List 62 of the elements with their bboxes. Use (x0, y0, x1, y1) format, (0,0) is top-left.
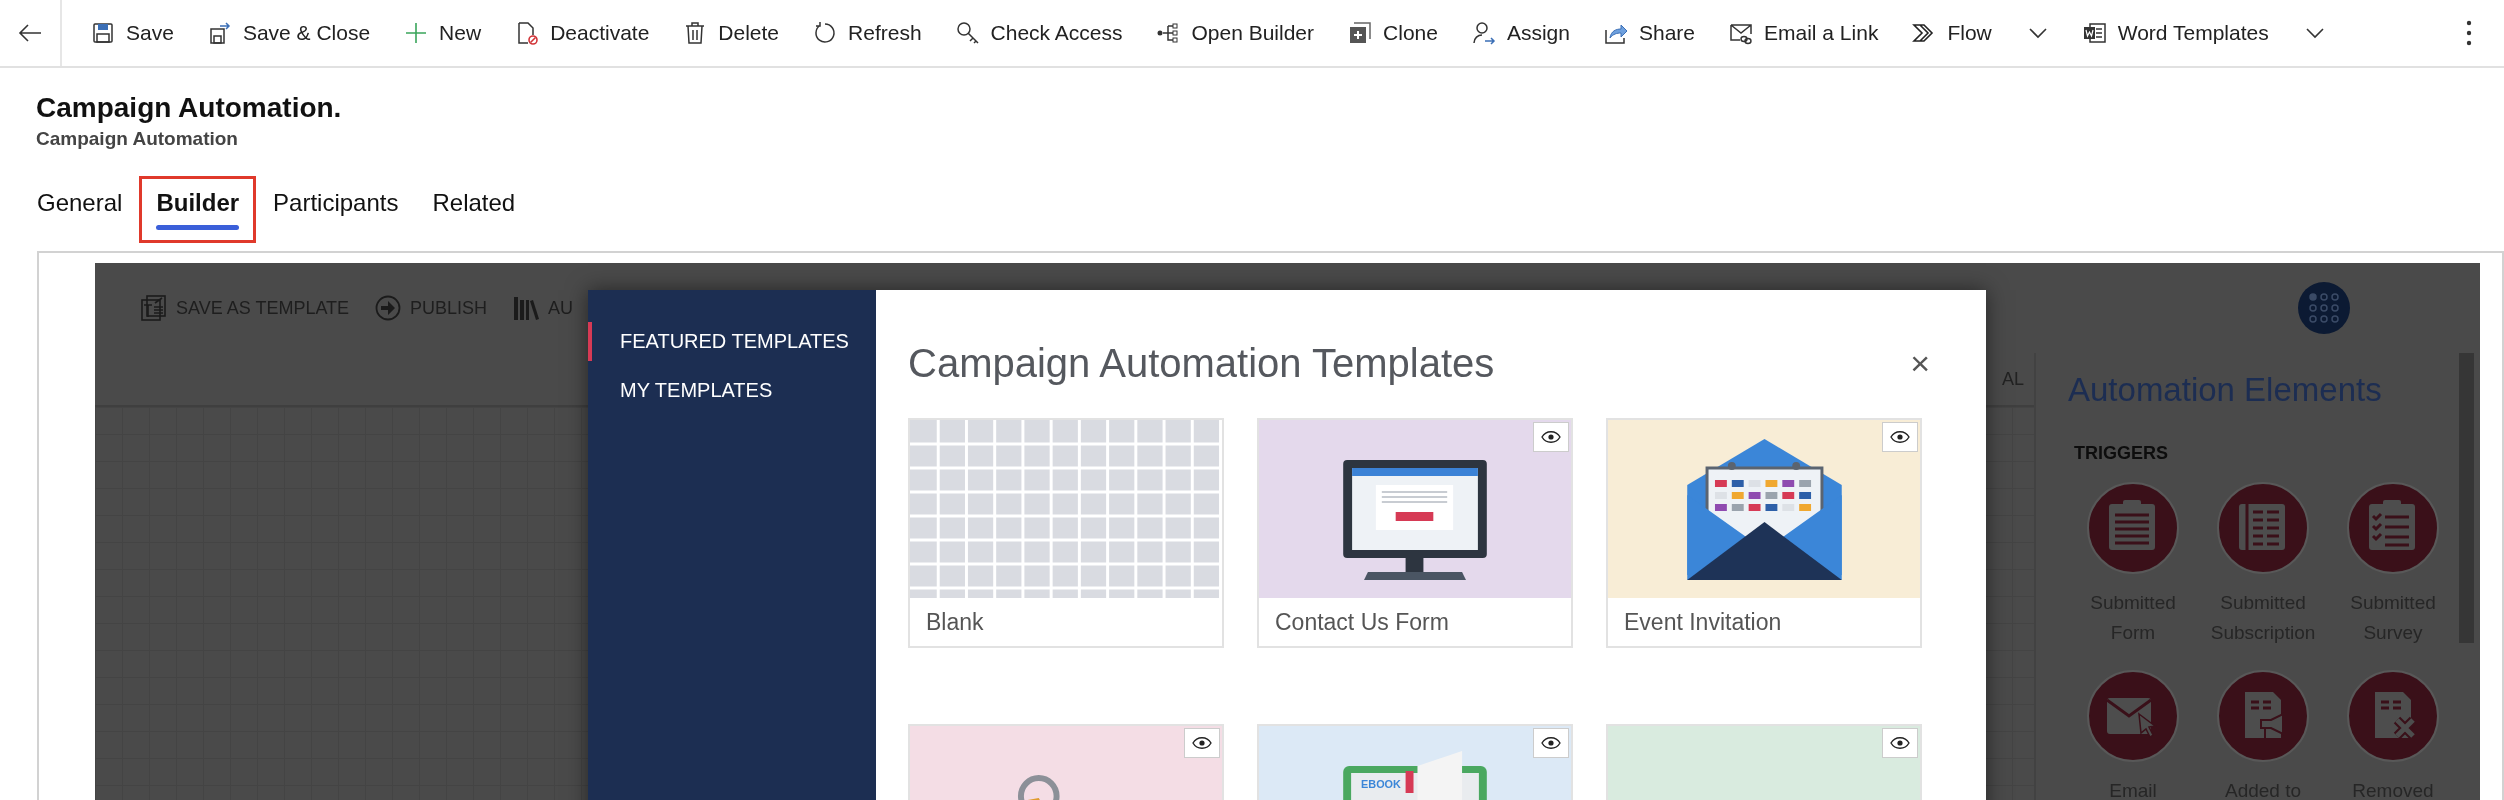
tab[interactable]: Participants (256, 176, 416, 243)
subscription-trigger-icon (2217, 482, 2309, 574)
refresh-icon (813, 21, 838, 45)
eye-icon (1890, 430, 1910, 444)
node-network-icon[interactable] (2298, 282, 2350, 334)
toolbar-button[interactable]: Open Builder (1139, 8, 1332, 58)
ebook-label: EBOOK (1361, 777, 1401, 790)
template-name: Contact Us Form (1274, 607, 1450, 637)
preview-button[interactable] (1184, 728, 1220, 758)
toolbar-button[interactable]: Save (74, 8, 191, 58)
key-icon (955, 21, 980, 45)
word-document-icon (2082, 21, 2107, 45)
tab[interactable]: General (20, 176, 140, 243)
template-card[interactable]: Contact Us Form (1257, 418, 1573, 648)
node-tree-icon (1156, 21, 1181, 45)
tab[interactable]: Related (415, 176, 533, 243)
toolbar-button[interactable]: Clone (1331, 8, 1455, 58)
clone-icon (1348, 21, 1373, 45)
arrow-circle-icon (375, 295, 402, 321)
toolbar-button[interactable]: Flow (1895, 8, 2066, 58)
email-trigger-icon (2087, 670, 2179, 762)
preview-button[interactable] (1533, 728, 1569, 758)
preview-button[interactable] (1882, 422, 1918, 452)
record-title: Campaign Automation. (36, 92, 343, 124)
survey-trigger-icon (2347, 482, 2439, 574)
toolbar-button[interactable]: Deactivate (498, 8, 667, 58)
close-button[interactable]: × (1904, 343, 1936, 383)
sidebar-item[interactable]: MY TEMPLATES (588, 371, 876, 410)
added-trigger-icon (2217, 670, 2309, 762)
eye-icon (1890, 736, 1910, 750)
floppy-arrow-icon (207, 21, 232, 45)
toolbar-button[interactable]: Save & Close (190, 8, 388, 58)
toolbar-button[interactable]: Email a Link (1712, 8, 1896, 58)
record-subtitle: Campaign Automation (36, 128, 239, 150)
toolbar-button[interactable]: Assign (1454, 8, 1587, 58)
toolbar-button[interactable]: Share (1586, 8, 1712, 58)
eye-icon (1541, 430, 1561, 444)
sidebar-item[interactable]: FEATURED TEMPLATES (588, 322, 876, 361)
template-name: Blank (925, 607, 985, 637)
person-arrow-icon (1471, 21, 1496, 45)
tab[interactable]: Builder (139, 176, 257, 243)
template-name: Event Invitation (1623, 607, 1783, 637)
section-heading: TRIGGERS (2074, 443, 2169, 464)
template-card[interactable]: Blank (908, 418, 1224, 648)
envelope-link-icon (1729, 21, 1753, 45)
toolbar-button[interactable]: New (387, 8, 499, 58)
preview-button[interactable] (1882, 728, 1918, 758)
form-trigger-icon (2087, 482, 2179, 574)
template-icon (141, 295, 167, 321)
toolbar-button[interactable]: Check Access (938, 8, 1140, 58)
eye-icon (1541, 736, 1561, 750)
dialog-title: Campaign Automation Templates (908, 340, 1495, 386)
preview-button[interactable] (1533, 422, 1569, 452)
toolbar-button[interactable]: Word Templates (2065, 8, 2343, 58)
removed-trigger-icon (2347, 670, 2439, 762)
toolbar-button[interactable]: Refresh (796, 8, 939, 58)
books-icon (513, 295, 540, 321)
template-card[interactable]: Event Invitation (1606, 418, 1922, 648)
plus-icon (404, 21, 429, 45)
document-block-icon (515, 21, 540, 45)
toolbar-button[interactable]: Delete (666, 8, 797, 58)
eye-icon (1192, 736, 1212, 750)
